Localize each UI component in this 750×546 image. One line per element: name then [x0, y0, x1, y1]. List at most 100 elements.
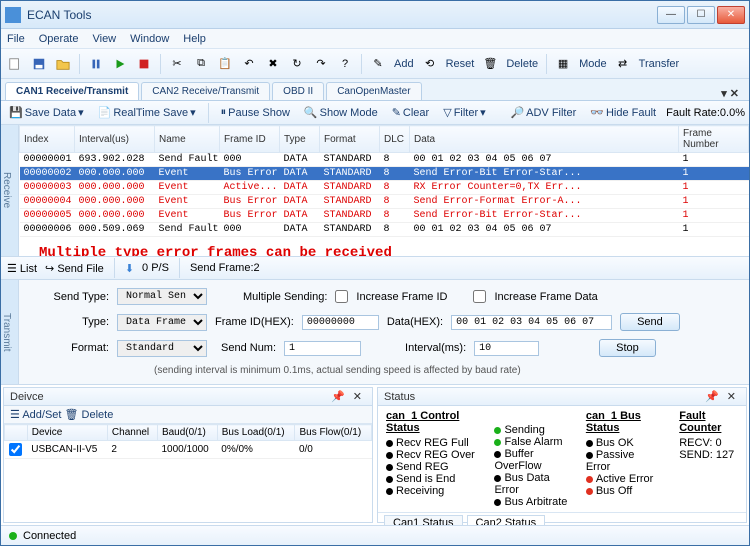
status-item: Send REG — [386, 461, 476, 473]
stop-icon[interactable] — [134, 54, 154, 74]
tab-can2[interactable]: CAN2 Receive/Transmit — [141, 82, 270, 100]
table-row[interactable]: USBCAN-II-V5 2 1000/1000 0%/0% 0/0 — [5, 441, 372, 459]
connection-led-icon — [9, 532, 17, 540]
inc-frame-data-checkbox[interactable] — [473, 290, 486, 303]
send-frame-count: Send Frame:2 — [190, 262, 260, 274]
pin-icon[interactable]: 📌 — [327, 390, 349, 403]
column-header[interactable]: Name — [155, 126, 220, 153]
refresh-icon[interactable]: ↻ — [287, 54, 307, 74]
delete2-icon[interactable]: 🗑 — [480, 54, 500, 74]
column-header[interactable] — [5, 425, 28, 441]
pin-icon[interactable]: 📌 — [701, 390, 723, 403]
help-icon[interactable]: ? — [335, 54, 355, 74]
save-icon[interactable] — [29, 54, 49, 74]
column-header[interactable]: Baud(0/1) — [157, 425, 217, 441]
reset-button[interactable]: Reset — [444, 58, 477, 70]
column-header[interactable]: Interval(us) — [75, 126, 155, 153]
table-row[interactable]: 00000001693.902.028Send Fault000DATASTAN… — [20, 153, 749, 167]
inc-frame-id-checkbox[interactable] — [335, 290, 348, 303]
type-label: Type: — [39, 316, 109, 328]
mode-button[interactable]: Mode — [577, 58, 609, 70]
column-header[interactable]: Device — [27, 425, 107, 441]
connection-status: Connected — [23, 530, 76, 542]
column-header[interactable]: Type — [280, 126, 320, 153]
minimize-button[interactable]: ― — [657, 6, 685, 24]
panel-close-icon[interactable]: ✕ — [723, 390, 740, 403]
add-icon[interactable]: ✎ — [368, 54, 388, 74]
mode-icon[interactable]: ▦ — [553, 54, 573, 74]
inc-frame-data-label: Increase Frame Data — [494, 291, 597, 303]
add-button[interactable]: Add — [392, 58, 416, 70]
table-row[interactable]: 00000005000.000.000EventBus ErrorDATASTA… — [20, 209, 749, 223]
send-num-label: Send Num: — [221, 342, 276, 354]
redo-icon[interactable]: ↷ — [311, 54, 331, 74]
column-header[interactable]: Frame Number — [679, 126, 749, 153]
dev-addset-button[interactable]: ☰ Add/Set 🗑 Delete — [10, 408, 113, 421]
menu-file[interactable]: File — [7, 33, 25, 45]
pause-icon[interactable] — [86, 54, 106, 74]
delete-button[interactable]: Delete — [504, 58, 540, 70]
status-item: Receiving — [386, 485, 476, 497]
column-header[interactable]: DLC — [380, 126, 410, 153]
format-select[interactable]: Standard — [117, 340, 207, 357]
interval-input[interactable] — [474, 341, 539, 356]
cut-icon[interactable]: ✂ — [167, 54, 187, 74]
close-button[interactable]: ✕ — [717, 6, 745, 24]
table-row[interactable]: 00000003000.000.000EventActive...DATASTA… — [20, 181, 749, 195]
arrow-down-icon[interactable]: ⬇ — [125, 262, 134, 275]
receive-grid: IndexInterval(us)NameFrame IDTypeFormatD… — [19, 125, 749, 237]
show-mode-button[interactable]: 🔍 Show Mode — [300, 106, 382, 119]
stop-button[interactable]: Stop — [599, 339, 656, 357]
dev-delete-button[interactable]: 🗑 Delete — [65, 409, 114, 421]
receive-side-tab[interactable]: Receive — [1, 125, 19, 256]
undo-icon[interactable]: ↶ — [239, 54, 259, 74]
open-icon[interactable] — [53, 54, 73, 74]
transfer-button[interactable]: Transfer — [637, 58, 682, 70]
table-row[interactable]: 00000004000.000.000EventBus ErrorDATASTA… — [20, 195, 749, 209]
menu-view[interactable]: View — [92, 33, 116, 45]
menu-window[interactable]: Window — [130, 33, 169, 45]
new-icon[interactable] — [5, 54, 25, 74]
filter-button[interactable]: ▽ Filter ▾ — [439, 106, 489, 119]
panel-close-icon[interactable]: ✕ — [349, 390, 366, 403]
tab-can1[interactable]: CAN1 Receive/Transmit — [5, 82, 139, 100]
menu-help[interactable]: Help — [183, 33, 206, 45]
tabs-close-icon[interactable]: ▾ ✕ — [715, 87, 745, 100]
column-header[interactable]: Bus Load(0/1) — [217, 425, 295, 441]
list-button[interactable]: ☰ List — [7, 262, 37, 275]
transmit-side-tab[interactable]: Transmit — [1, 280, 19, 384]
clear-button[interactable]: ✎ Clear — [388, 106, 434, 119]
menu-operate[interactable]: Operate — [39, 33, 79, 45]
realtime-save-button[interactable]: 📄 RealTime Save ▾ — [94, 106, 200, 119]
column-header[interactable]: Bus Flow(0/1) — [295, 425, 372, 441]
send-button[interactable]: Send — [620, 313, 680, 331]
data-hex-input[interactable] — [451, 315, 612, 330]
transfer-icon[interactable]: ⇄ — [613, 54, 633, 74]
send-type-select[interactable]: Normal Send — [117, 288, 207, 305]
play-icon[interactable] — [110, 54, 130, 74]
paste-icon[interactable]: 📋 — [215, 54, 235, 74]
type-select[interactable]: Data Frame — [117, 314, 207, 331]
table-row[interactable]: 00000006000.509.069Send Fault000DATASTAN… — [20, 223, 749, 237]
frame-id-input[interactable] — [302, 315, 379, 330]
table-row[interactable]: 00000002000.000.000EventBus ErrorDATASTA… — [20, 167, 749, 181]
adv-filter-button[interactable]: 🔎 ADV Filter — [506, 106, 580, 119]
reset-icon[interactable]: ⟲ — [420, 54, 440, 74]
tab-obd2[interactable]: OBD II — [272, 82, 324, 100]
column-header[interactable]: Index — [20, 126, 75, 153]
maximize-button[interactable]: ☐ — [687, 6, 715, 24]
send-file-button[interactable]: ↪ Send File — [45, 262, 104, 275]
pause-show-button[interactable]: ⏸ Pause Show — [217, 106, 294, 119]
send-num-input[interactable] — [284, 341, 361, 356]
column-header[interactable]: Data — [410, 126, 679, 153]
column-header[interactable]: Channel — [107, 425, 157, 441]
save-data-button[interactable]: 💾 Save Data ▾ — [5, 106, 88, 119]
device-panel-title: Deivce — [10, 391, 44, 403]
delete-icon[interactable]: ✖ — [263, 54, 283, 74]
column-header[interactable]: Frame ID — [220, 126, 280, 153]
tab-canopen[interactable]: CanOpenMaster — [326, 82, 421, 100]
device-checkbox[interactable] — [9, 443, 22, 456]
copy-icon[interactable]: ⧉ — [191, 54, 211, 74]
column-header[interactable]: Format — [320, 126, 380, 153]
hide-fault-button[interactable]: 👓 Hide Fault — [586, 106, 660, 119]
